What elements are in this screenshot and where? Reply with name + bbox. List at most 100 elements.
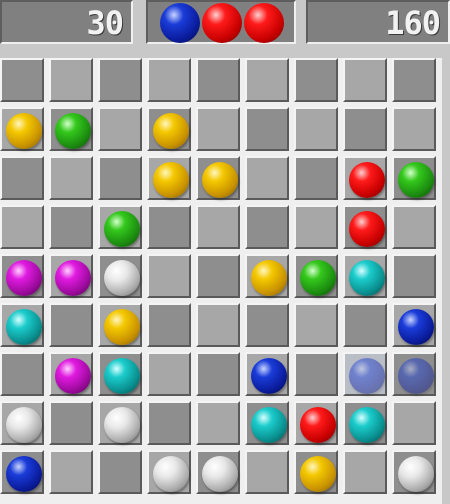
board-cell[interactable] bbox=[0, 450, 44, 494]
ball-cyan[interactable] bbox=[6, 309, 42, 345]
board-cell[interactable] bbox=[294, 450, 338, 494]
ball-magenta[interactable] bbox=[55, 358, 91, 394]
board-cell[interactable] bbox=[294, 401, 338, 445]
board-cell[interactable] bbox=[392, 58, 436, 102]
board-cell[interactable] bbox=[294, 58, 338, 102]
board-cell[interactable] bbox=[245, 58, 289, 102]
board-cell[interactable] bbox=[147, 450, 191, 494]
ball-blue[interactable] bbox=[6, 456, 42, 492]
board-cell[interactable] bbox=[294, 303, 338, 347]
board-cell[interactable] bbox=[0, 58, 44, 102]
board-cell[interactable] bbox=[147, 401, 191, 445]
board-cell[interactable] bbox=[245, 254, 289, 298]
board-cell[interactable] bbox=[392, 107, 436, 151]
board-cell[interactable] bbox=[392, 303, 436, 347]
ball-yellow[interactable] bbox=[153, 113, 189, 149]
board-cell[interactable] bbox=[196, 58, 240, 102]
board-cell[interactable] bbox=[0, 107, 44, 151]
board-cell[interactable] bbox=[98, 107, 142, 151]
ball-white[interactable] bbox=[153, 456, 189, 492]
board-cell[interactable] bbox=[98, 450, 142, 494]
board-cell[interactable] bbox=[343, 58, 387, 102]
ball-cyan[interactable] bbox=[104, 358, 140, 394]
ball-white[interactable] bbox=[104, 407, 140, 443]
board-cell[interactable] bbox=[147, 107, 191, 151]
ball-red[interactable] bbox=[300, 407, 336, 443]
board-cell[interactable] bbox=[196, 254, 240, 298]
ball-yellow[interactable] bbox=[104, 309, 140, 345]
board-cell[interactable] bbox=[196, 401, 240, 445]
board-cell[interactable] bbox=[0, 156, 44, 200]
board-cell[interactable] bbox=[98, 303, 142, 347]
board-cell[interactable] bbox=[343, 156, 387, 200]
board-cell[interactable] bbox=[245, 156, 289, 200]
board-cell[interactable] bbox=[343, 303, 387, 347]
board-cell[interactable] bbox=[343, 450, 387, 494]
ball-white[interactable] bbox=[202, 456, 238, 492]
board-cell[interactable] bbox=[343, 254, 387, 298]
ball-red[interactable] bbox=[349, 211, 385, 247]
board-cell[interactable] bbox=[196, 205, 240, 249]
board-cell[interactable] bbox=[49, 205, 93, 249]
board-cell[interactable] bbox=[196, 156, 240, 200]
board-cell[interactable] bbox=[49, 254, 93, 298]
ball-green[interactable] bbox=[104, 211, 140, 247]
ball-yellow[interactable] bbox=[153, 162, 189, 198]
board-cell[interactable] bbox=[98, 58, 142, 102]
board-cell[interactable] bbox=[0, 303, 44, 347]
ball-yellow[interactable] bbox=[6, 113, 42, 149]
ball-yellow[interactable] bbox=[300, 456, 336, 492]
board-cell[interactable] bbox=[245, 401, 289, 445]
ball-red[interactable] bbox=[349, 162, 385, 198]
board-cell[interactable] bbox=[294, 107, 338, 151]
board-cell[interactable] bbox=[245, 450, 289, 494]
ball-cyan[interactable] bbox=[349, 260, 385, 296]
ball-white[interactable] bbox=[6, 407, 42, 443]
board-cell[interactable] bbox=[98, 254, 142, 298]
ball-cyan[interactable] bbox=[251, 407, 287, 443]
ball-magenta[interactable] bbox=[6, 260, 42, 296]
board-cell[interactable] bbox=[98, 205, 142, 249]
board-cell[interactable] bbox=[294, 352, 338, 396]
board-cell[interactable] bbox=[147, 303, 191, 347]
board-cell[interactable] bbox=[196, 352, 240, 396]
board-cell[interactable] bbox=[245, 205, 289, 249]
board-cell[interactable] bbox=[98, 156, 142, 200]
ball-blue[interactable] bbox=[349, 358, 385, 394]
board-cell[interactable] bbox=[196, 107, 240, 151]
board-cell[interactable] bbox=[0, 205, 44, 249]
board-cell[interactable] bbox=[147, 352, 191, 396]
board-cell[interactable] bbox=[0, 254, 44, 298]
board-cell[interactable] bbox=[343, 401, 387, 445]
board-cell[interactable] bbox=[147, 156, 191, 200]
ball-blue[interactable] bbox=[398, 309, 434, 345]
board-cell[interactable] bbox=[294, 205, 338, 249]
board-cell[interactable] bbox=[343, 205, 387, 249]
ball-cyan[interactable] bbox=[349, 407, 385, 443]
board-cell[interactable] bbox=[392, 205, 436, 249]
ball-green[interactable] bbox=[398, 162, 434, 198]
board-cell[interactable] bbox=[196, 303, 240, 347]
ball-blue[interactable] bbox=[251, 358, 287, 394]
board-cell[interactable] bbox=[294, 254, 338, 298]
board-cell[interactable] bbox=[245, 352, 289, 396]
board-cell[interactable] bbox=[49, 450, 93, 494]
ball-green[interactable] bbox=[55, 113, 91, 149]
ball-magenta[interactable] bbox=[55, 260, 91, 296]
board-cell[interactable] bbox=[49, 58, 93, 102]
ball-yellow[interactable] bbox=[202, 162, 238, 198]
board-cell[interactable] bbox=[392, 352, 436, 396]
ball-green[interactable] bbox=[300, 260, 336, 296]
board-cell[interactable] bbox=[0, 401, 44, 445]
board-cell[interactable] bbox=[147, 254, 191, 298]
ball-white[interactable] bbox=[398, 456, 434, 492]
board-cell[interactable] bbox=[196, 450, 240, 494]
board-cell[interactable] bbox=[49, 303, 93, 347]
board-cell[interactable] bbox=[392, 254, 436, 298]
board-cell[interactable] bbox=[49, 156, 93, 200]
board-cell[interactable] bbox=[343, 352, 387, 396]
board-cell[interactable] bbox=[0, 352, 44, 396]
ball-white[interactable] bbox=[104, 260, 140, 296]
ball-blue[interactable] bbox=[398, 358, 434, 394]
board-cell[interactable] bbox=[49, 352, 93, 396]
